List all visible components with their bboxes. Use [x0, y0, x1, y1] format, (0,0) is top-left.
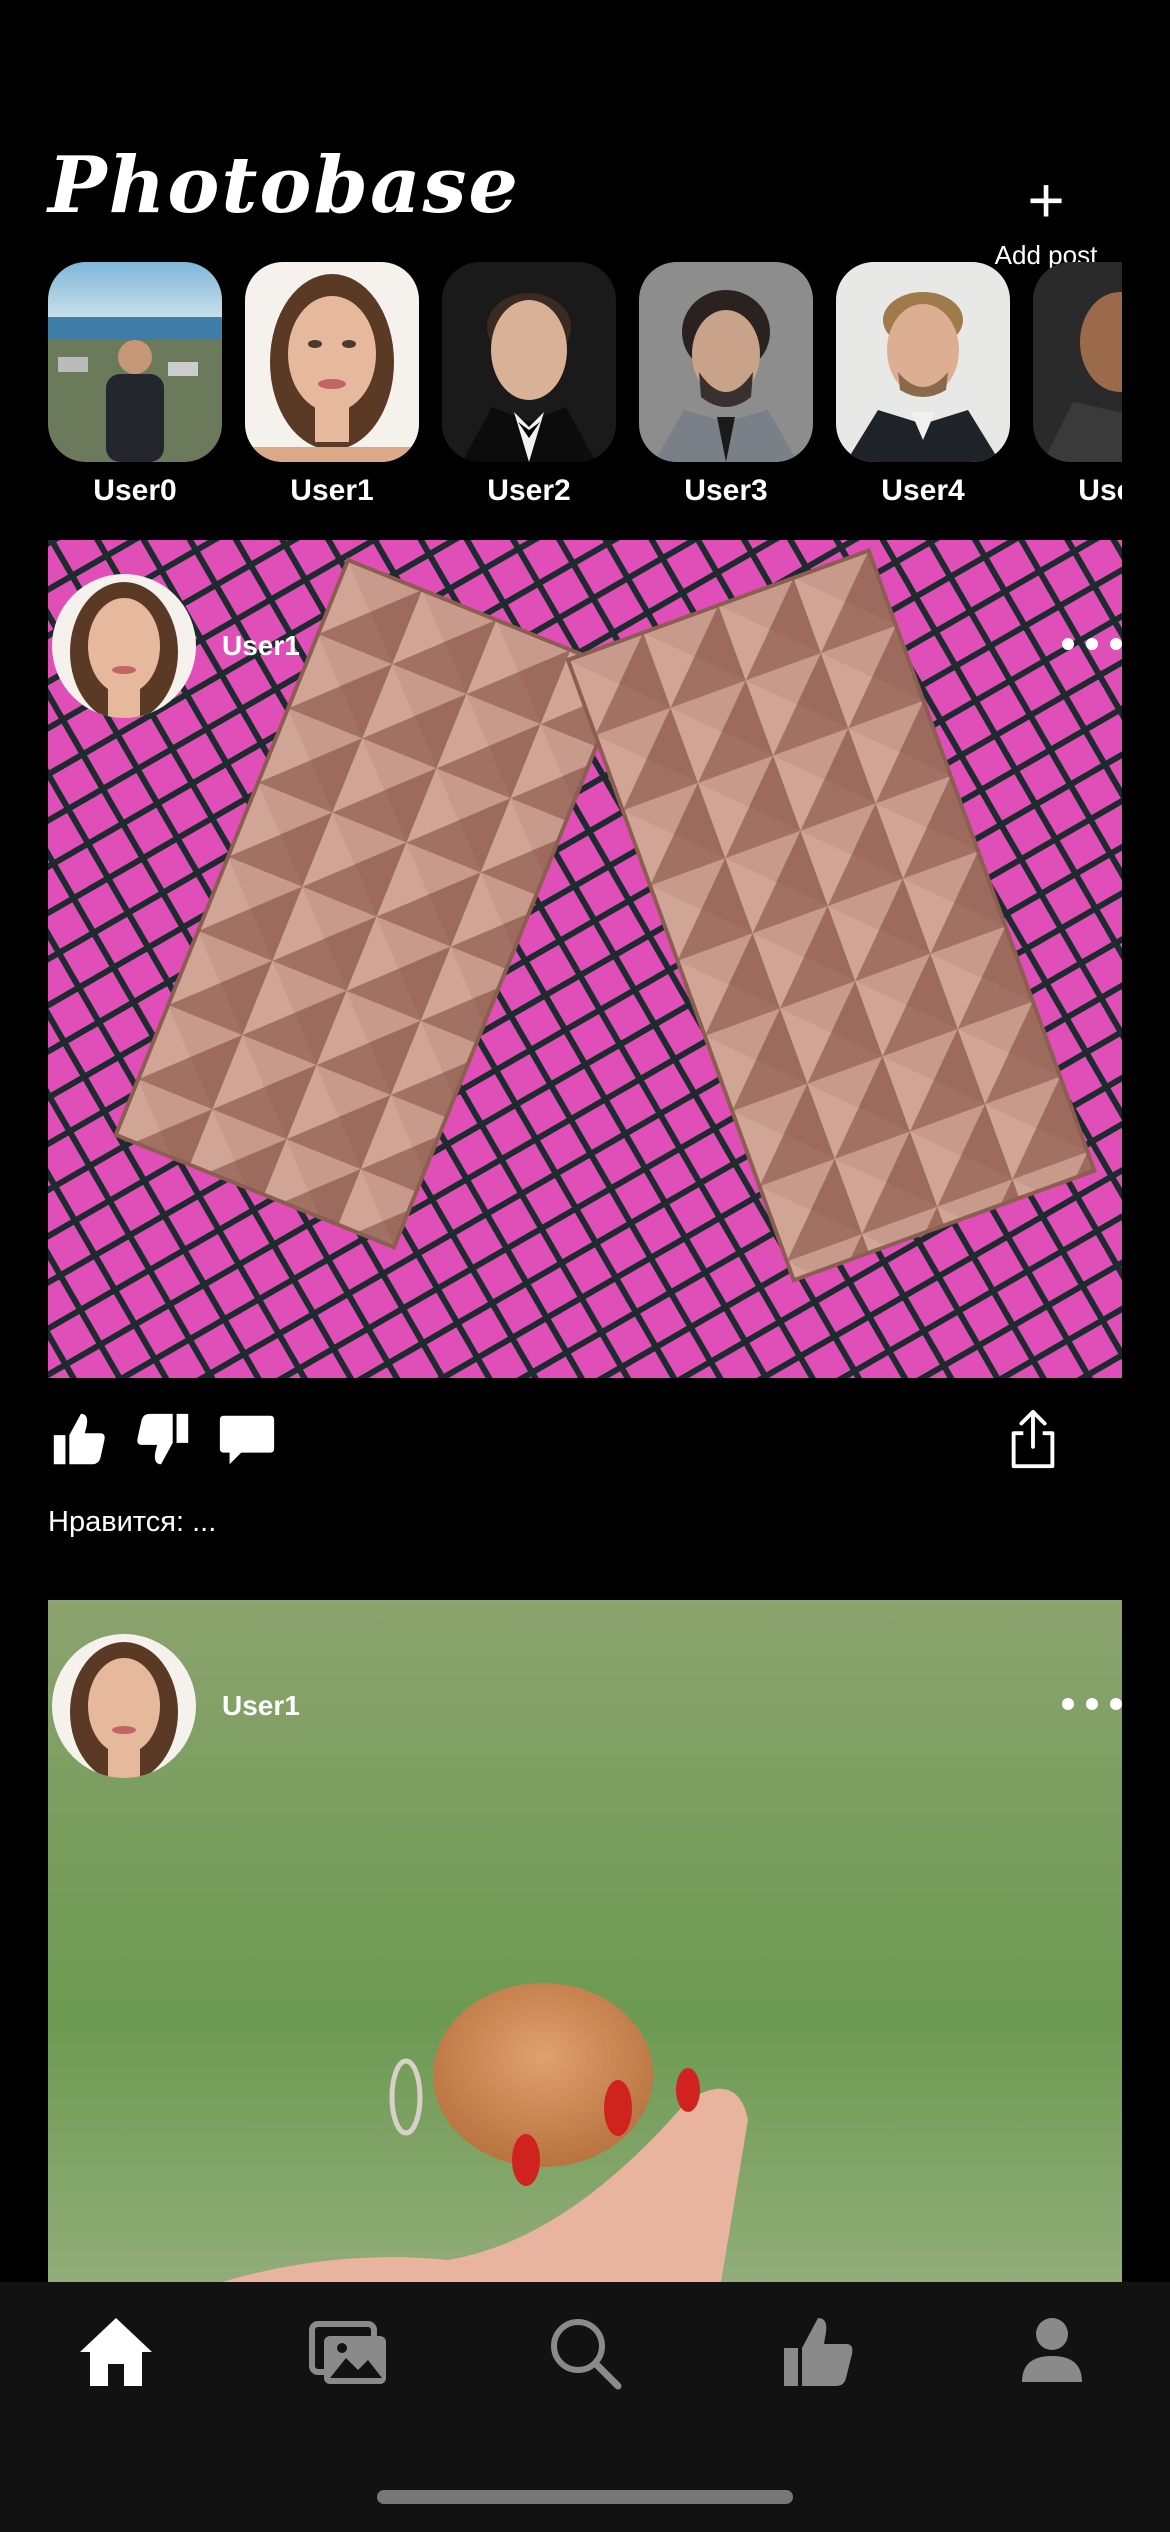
post-author-name: User1	[222, 630, 300, 661]
story-name: User2	[487, 474, 571, 507]
more-options-icon[interactable]	[1062, 632, 1122, 656]
story-user1[interactable]: User1	[245, 262, 419, 508]
story-user4[interactable]: User4	[836, 262, 1010, 508]
thumbs-up-icon[interactable]	[48, 1408, 110, 1470]
likes-count: Нравится: ...	[48, 1506, 217, 1538]
story-avatar	[442, 262, 616, 462]
stories-carousel[interactable]: User0 User1 User2 User3 User4 Us	[48, 262, 1122, 522]
add-post-button[interactable]: + Add post	[966, 164, 1126, 271]
plus-icon: +	[1027, 164, 1065, 236]
share-icon[interactable]	[1002, 1408, 1064, 1470]
story-user3[interactable]: User3	[639, 262, 813, 508]
post-image[interactable]: User1	[48, 540, 1122, 1378]
avatar[interactable]	[52, 574, 196, 718]
post-actions	[48, 1378, 1122, 1508]
thumbs-down-icon[interactable]	[132, 1408, 194, 1470]
story-name: User3	[684, 474, 768, 507]
story-user0[interactable]: User0	[48, 262, 222, 508]
story-avatar	[639, 262, 813, 462]
home-icon[interactable]	[76, 2312, 156, 2392]
avatar[interactable]	[52, 1634, 196, 1778]
story-name: User0	[93, 474, 177, 507]
story-name: User1	[290, 474, 374, 507]
post-card: User1 Нравится: ...	[48, 540, 1122, 1539]
story-avatar	[836, 262, 1010, 462]
post-author[interactable]: User1	[52, 1634, 300, 1778]
header: Photobase + Add post	[0, 0, 1170, 270]
story-name: User5	[1078, 474, 1122, 507]
comment-icon[interactable]	[216, 1408, 278, 1470]
story-user2[interactable]: User2	[442, 262, 616, 508]
search-icon[interactable]	[544, 2312, 624, 2392]
profile-icon[interactable]	[1012, 2312, 1092, 2392]
thumbs-up-icon[interactable]	[778, 2312, 858, 2392]
gallery-icon[interactable]	[308, 2312, 388, 2392]
post-author-name: User1	[222, 1690, 300, 1721]
more-options-icon[interactable]	[1062, 1692, 1122, 1716]
app-title: Photobase	[48, 140, 521, 231]
story-avatar	[245, 262, 419, 462]
story-user5[interactable]: User5	[1033, 262, 1122, 508]
post-author[interactable]: User1	[52, 574, 300, 718]
story-name: User4	[881, 474, 965, 507]
story-avatar	[1033, 262, 1122, 462]
story-avatar	[48, 262, 222, 462]
home-indicator	[377, 2490, 793, 2504]
